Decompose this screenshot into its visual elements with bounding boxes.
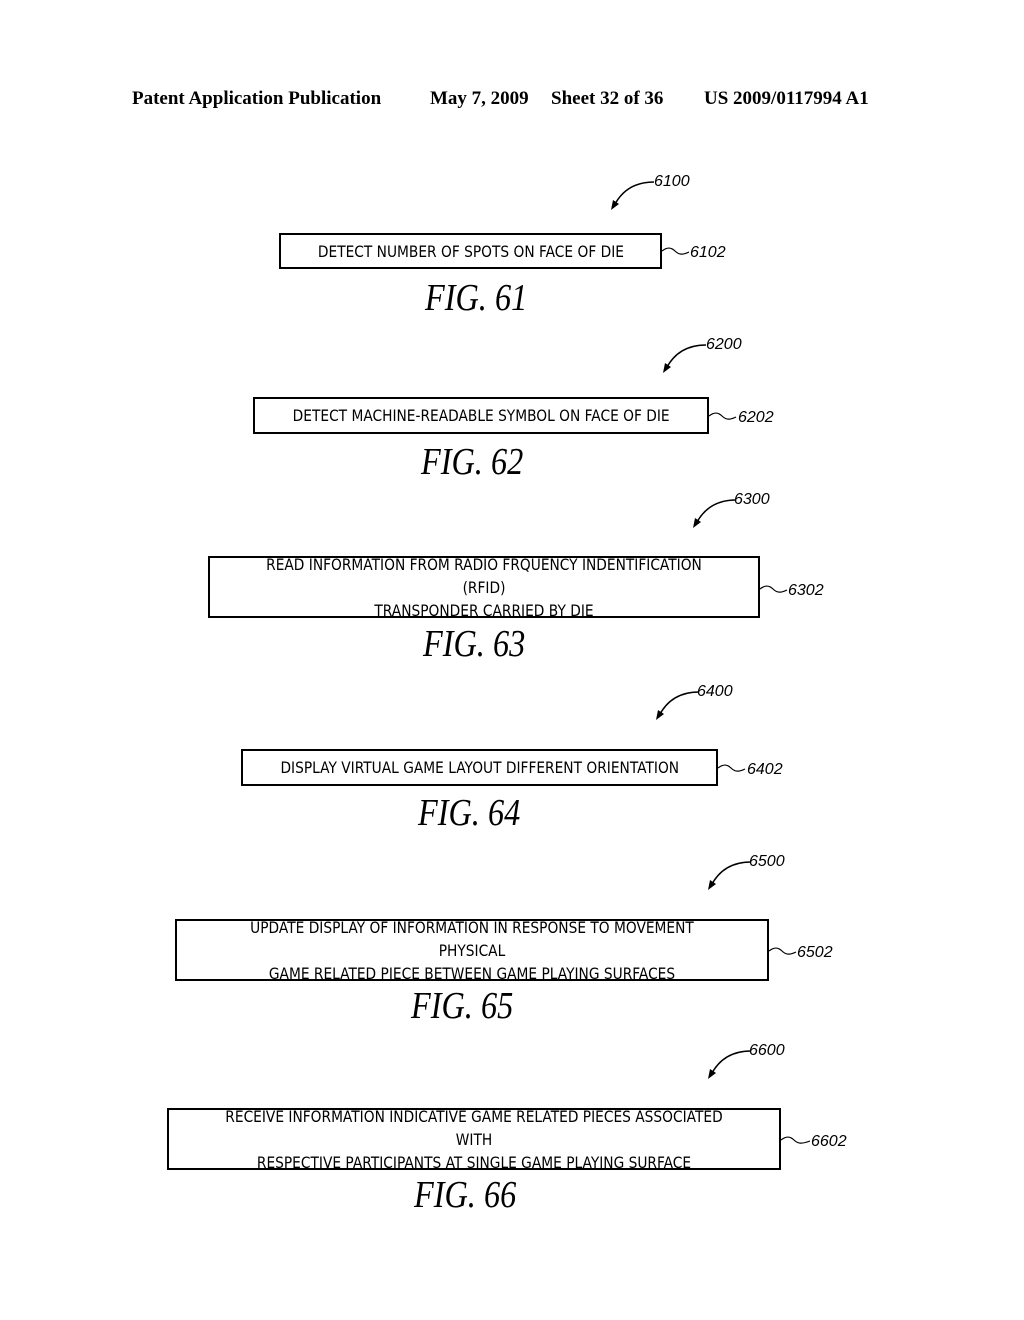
figure-label: FIG. 65 bbox=[411, 985, 514, 1027]
figure-pointer-arrow-icon bbox=[656, 691, 700, 720]
figure-label: FIG. 63 bbox=[423, 623, 526, 665]
flowchart-step-box: READ INFORMATION FROM RADIO FRQUENCY IND… bbox=[208, 555, 760, 620]
flowchart-step-box: DISPLAY VIRTUAL GAME LAYOUT DIFFERENT OR… bbox=[241, 749, 718, 786]
step-text: READ INFORMATION FROM RADIO FRQUENCY IND… bbox=[266, 554, 702, 620]
flowchart-step-box: DETECT NUMBER OF SPOTS ON FACE OF DIE bbox=[279, 233, 662, 269]
publication-title: Patent Application Publication bbox=[132, 88, 382, 109]
sheet-number: Sheet 32 of 36 bbox=[551, 88, 664, 109]
figure-pointer-arrow-icon bbox=[663, 344, 707, 373]
figure-pointer-arrow-icon bbox=[708, 861, 752, 890]
figure-label: FIG. 66 bbox=[414, 1174, 517, 1216]
step-leader-line bbox=[768, 947, 797, 955]
figure-label: FIG. 64 bbox=[418, 792, 521, 834]
step-reference-number: 6102 bbox=[690, 244, 726, 261]
step-reference-number: 6302 bbox=[788, 582, 824, 599]
step-reference-number: 6202 bbox=[738, 409, 774, 426]
publication-date: May 7, 2009 bbox=[430, 88, 529, 109]
figure-label: FIG. 61 bbox=[425, 277, 528, 319]
step-leader-line bbox=[717, 764, 746, 772]
step-text: DISPLAY VIRTUAL GAME LAYOUT DIFFERENT OR… bbox=[280, 758, 679, 777]
flowchart-step-box: UPDATE DISPLAY OF INFORMATION IN RESPONS… bbox=[175, 918, 769, 983]
step-text: RECEIVE INFORMATION INDICATIVE GAME RELA… bbox=[225, 1106, 723, 1172]
figure-pointer-arrow-icon bbox=[693, 499, 737, 528]
figure-pointer-arrow-icon bbox=[611, 181, 655, 210]
step-leader-line bbox=[780, 1136, 811, 1144]
step-leader-line bbox=[661, 247, 690, 255]
step-leader-line bbox=[759, 585, 788, 593]
figure-pointer-arrow-icon bbox=[708, 1050, 752, 1079]
step-reference-number: 6402 bbox=[747, 761, 783, 778]
step-text: UPDATE DISPLAY OF INFORMATION IN RESPONS… bbox=[250, 917, 694, 983]
step-leader-line bbox=[708, 412, 737, 420]
step-text: DETECT MACHINE-READABLE SYMBOL ON FACE O… bbox=[292, 406, 670, 425]
step-reference-number: 6602 bbox=[811, 1133, 847, 1150]
patent-number: US 2009/0117994 A1 bbox=[704, 88, 869, 109]
figure-label: FIG. 62 bbox=[421, 441, 524, 483]
step-reference-number: 6502 bbox=[797, 944, 833, 961]
flowchart-step-box: RECEIVE INFORMATION INDICATIVE GAME RELA… bbox=[167, 1107, 781, 1172]
step-text: DETECT NUMBER OF SPOTS ON FACE OF DIE bbox=[317, 241, 624, 261]
flowchart-step-box: DETECT MACHINE-READABLE SYMBOL ON FACE O… bbox=[253, 397, 709, 434]
